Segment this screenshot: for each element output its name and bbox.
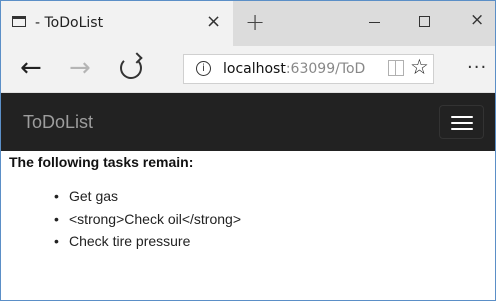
title-bar: - ToDoList × + × — [1, 1, 495, 46]
task-item: Get gas — [1, 185, 241, 208]
task-item: Check tire pressure — [1, 230, 241, 253]
app-navbar: ToDoList — [1, 93, 495, 151]
tab-page-icon — [12, 16, 26, 27]
browser-toolbar: ← → i localhost:63099/ToD ☆ ··· — [1, 46, 495, 93]
more-icon[interactable]: ··· — [467, 57, 487, 78]
maximize-icon[interactable] — [419, 16, 430, 27]
hamburger-bar — [451, 116, 473, 118]
hamburger-bar — [451, 128, 473, 130]
task-item: <strong>Check oil</strong> — [1, 208, 241, 231]
forward-arrow-icon[interactable]: → — [69, 53, 91, 83]
browser-window: - ToDoList × + × ← → i localhost:63099/T… — [0, 0, 496, 301]
url-host: localhost — [223, 61, 286, 77]
tab-title: - ToDoList — [35, 15, 104, 31]
url-text[interactable]: localhost:63099/ToD — [223, 61, 383, 77]
hamburger-menu-icon[interactable] — [439, 105, 484, 139]
window-close-icon[interactable]: × — [470, 10, 484, 30]
hamburger-bar — [451, 122, 473, 124]
task-list: Get gas <strong>Check oil</strong> Check… — [1, 185, 241, 253]
back-arrow-icon[interactable]: ← — [20, 53, 42, 83]
star-icon[interactable]: ☆ — [410, 55, 429, 79]
page-content: The following tasks remain: Get gas <str… — [1, 151, 495, 300]
plus-icon[interactable]: + — [245, 8, 265, 36]
close-icon[interactable]: × — [206, 11, 221, 32]
minimize-icon[interactable] — [369, 22, 380, 23]
refresh-icon[interactable] — [120, 57, 142, 79]
url-path: :63099/ToD — [285, 61, 366, 77]
address-bar[interactable]: i localhost:63099/ToD ☆ — [183, 54, 434, 84]
page-heading: The following tasks remain: — [9, 154, 194, 170]
browser-tab[interactable]: - ToDoList × — [1, 1, 233, 46]
reading-view-icon[interactable] — [388, 60, 404, 76]
info-icon[interactable]: i — [196, 61, 211, 76]
brand-link[interactable]: ToDoList — [23, 112, 93, 133]
